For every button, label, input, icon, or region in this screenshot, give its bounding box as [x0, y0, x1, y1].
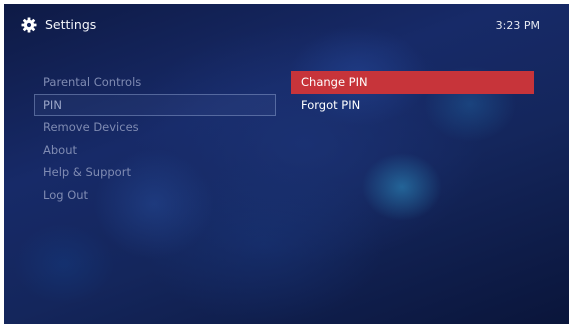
menu-item-remove-devices[interactable]: Remove Devices	[34, 116, 276, 139]
menu-item-about[interactable]: About	[34, 139, 276, 162]
option-forgot-pin[interactable]: Forgot PIN	[291, 94, 534, 117]
page-title: Settings	[45, 17, 97, 32]
option-change-pin[interactable]: Change PIN	[291, 71, 534, 94]
gear-icon	[21, 17, 37, 33]
menu-item-help-support[interactable]: Help & Support	[34, 161, 276, 184]
menu-item-parental-controls[interactable]: Parental Controls	[34, 71, 276, 94]
settings-screen: Settings 3:23 PM Parental Controls PIN R…	[4, 4, 569, 324]
menu-item-pin[interactable]: PIN	[34, 93, 276, 116]
menu-item-log-out[interactable]: Log Out	[34, 184, 276, 207]
pin-options-menu: Change PIN Forgot PIN	[291, 71, 534, 117]
header-bar: Settings 3:23 PM	[4, 4, 569, 44]
settings-category-menu: Parental Controls PIN Remove Devices Abo…	[34, 71, 276, 206]
clock-time: 3:23 PM	[495, 19, 540, 32]
